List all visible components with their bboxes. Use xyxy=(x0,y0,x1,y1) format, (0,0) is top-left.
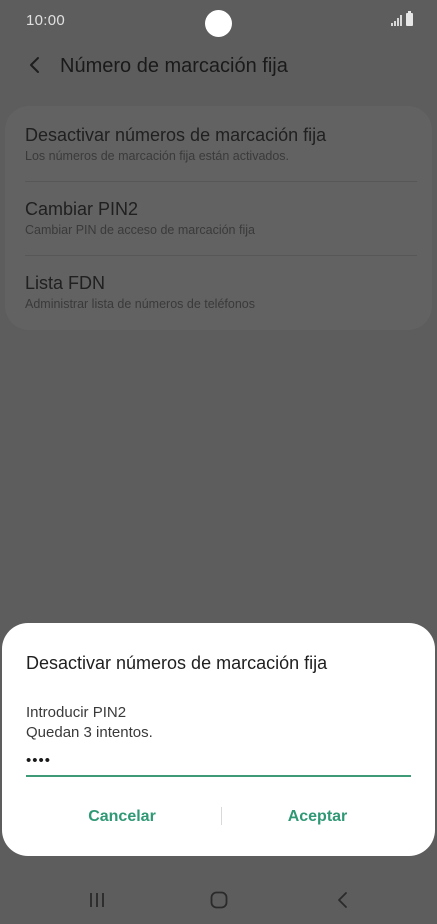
phone-screen: 10:00 Número de marcación fija Desactiva… xyxy=(0,0,437,924)
dialog-prompt: Introducir PIN2 xyxy=(26,704,127,721)
front-camera xyxy=(205,10,232,37)
back-icon[interactable] xyxy=(334,890,352,910)
navigation-bar xyxy=(0,876,437,924)
page-title: Número de marcación fija xyxy=(60,55,288,77)
pin2-value: •••• xyxy=(26,751,52,769)
divider xyxy=(25,255,417,256)
home-icon[interactable] xyxy=(210,891,228,909)
settings-item-change-pin2[interactable]: Cambiar PIN2 Cambiar PIN de acceso de ma… xyxy=(25,199,395,237)
status-icons xyxy=(391,11,413,26)
chevron-left-icon[interactable] xyxy=(24,54,46,76)
dialog-message: Introducir PIN2 Quedan 3 intentos. xyxy=(26,703,153,743)
pin2-input[interactable]: •••• xyxy=(26,745,411,777)
dialog-title: Desactivar números de marcación fija xyxy=(26,653,328,673)
settings-item-fdn-list[interactable]: Lista FDN Administrar lista de números d… xyxy=(25,273,395,311)
settings-item-title: Cambiar PIN2 xyxy=(25,199,139,219)
settings-item-title: Desactivar números de marcación fija xyxy=(25,125,327,145)
divider xyxy=(25,181,417,182)
app-bar: Número de marcación fija xyxy=(0,44,437,88)
settings-item-title: Lista FDN xyxy=(25,273,106,293)
settings-card: Desactivar números de marcación fija Los… xyxy=(5,106,432,330)
dialog-attempts-left: Quedan 3 intentos. xyxy=(26,724,153,741)
status-time: 10:00 xyxy=(26,12,66,29)
settings-item-subtitle: Los números de marcación fija están acti… xyxy=(25,149,290,163)
status-bar: 10:00 xyxy=(0,0,437,44)
signal-icon xyxy=(391,14,402,26)
recents-icon[interactable] xyxy=(87,892,107,908)
settings-item-deactivate-fdn[interactable]: Desactivar números de marcación fija Los… xyxy=(25,125,395,163)
battery-icon xyxy=(406,11,413,26)
dialog-actions: Cancelar Aceptar xyxy=(2,799,435,833)
settings-item-subtitle: Cambiar PIN de acceso de marcación fija xyxy=(25,223,255,237)
cancel-button[interactable]: Cancelar xyxy=(22,799,222,833)
settings-item-subtitle: Administrar lista de números de teléfono… xyxy=(25,297,255,311)
accept-button[interactable]: Aceptar xyxy=(220,799,415,833)
pin2-dialog: Desactivar números de marcación fija Int… xyxy=(2,623,435,856)
